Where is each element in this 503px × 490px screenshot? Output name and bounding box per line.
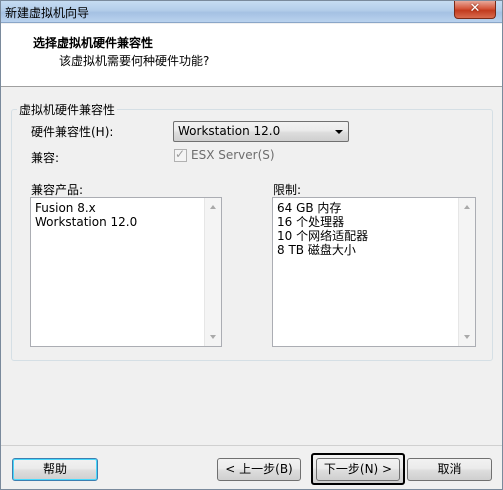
hw-compat-value: Workstation 12.0 xyxy=(178,124,281,138)
list-item[interactable]: Fusion 8.x xyxy=(35,201,137,215)
scroll-down-icon[interactable] xyxy=(464,335,470,339)
hw-compat-label: 硬件兼容性(H): xyxy=(31,125,114,139)
esx-checkbox[interactable]: ✓ xyxy=(174,147,187,162)
list-item[interactable]: 16 个处理器 xyxy=(277,215,368,229)
button-separator xyxy=(1,445,502,446)
back-button[interactable]: < 上一步(B) xyxy=(217,458,301,481)
close-icon: ✕ xyxy=(469,1,481,16)
compat-label: 兼容: xyxy=(31,151,60,165)
list-item[interactable]: 8 TB 磁盘大小 xyxy=(277,243,368,257)
products-listbox[interactable]: Fusion 8.x Workstation 12.0 xyxy=(30,197,222,347)
wizard-window: 新建虚拟机向导 ✕ 选择虚拟机硬件兼容性 该虚拟机需要何种硬件功能? 虚拟机硬件… xyxy=(0,0,503,490)
scroll-up-icon[interactable] xyxy=(210,205,216,209)
chevron-down-icon xyxy=(335,130,343,134)
products-scrollbar[interactable] xyxy=(204,198,221,346)
help-button[interactable]: 帮助 xyxy=(12,458,98,481)
cancel-button[interactable]: 取消 xyxy=(407,458,492,481)
close-button[interactable]: ✕ xyxy=(454,1,496,19)
next-button[interactable]: 下一步(N) > xyxy=(316,458,400,481)
limits-listbox[interactable]: 64 GB 内存 16 个处理器 10 个网络适配器 8 TB 磁盘大小 xyxy=(272,197,476,347)
window-title: 新建虚拟机向导 xyxy=(5,6,90,20)
checkmark-icon: ✓ xyxy=(175,147,186,161)
scroll-up-icon[interactable] xyxy=(464,205,470,209)
hw-compat-dropdown[interactable]: Workstation 12.0 xyxy=(173,121,349,142)
group-title: 虚拟机硬件兼容性 xyxy=(17,101,118,118)
step-title: 选择虚拟机硬件兼容性 xyxy=(33,36,154,50)
title-bar[interactable]: 新建虚拟机向导 ✕ xyxy=(1,1,502,23)
products-list: Fusion 8.x Workstation 12.0 xyxy=(35,201,137,229)
limits-list: 64 GB 内存 16 个处理器 10 个网络适配器 8 TB 磁盘大小 xyxy=(277,201,368,257)
esx-checkbox-label: ESX Server(S) xyxy=(191,148,275,162)
wizard-header: 选择虚拟机硬件兼容性 该虚拟机需要何种硬件功能? xyxy=(1,24,502,87)
list-item[interactable]: Workstation 12.0 xyxy=(35,215,137,229)
products-label: 兼容产品: xyxy=(31,183,84,197)
list-item[interactable]: 64 GB 内存 xyxy=(277,201,368,215)
limits-label: 限制: xyxy=(273,183,302,197)
limits-scrollbar[interactable] xyxy=(458,198,475,346)
step-subtitle: 该虚拟机需要何种硬件功能? xyxy=(59,54,210,68)
list-item[interactable]: 10 个网络适配器 xyxy=(277,229,368,243)
scroll-down-icon[interactable] xyxy=(210,335,216,339)
